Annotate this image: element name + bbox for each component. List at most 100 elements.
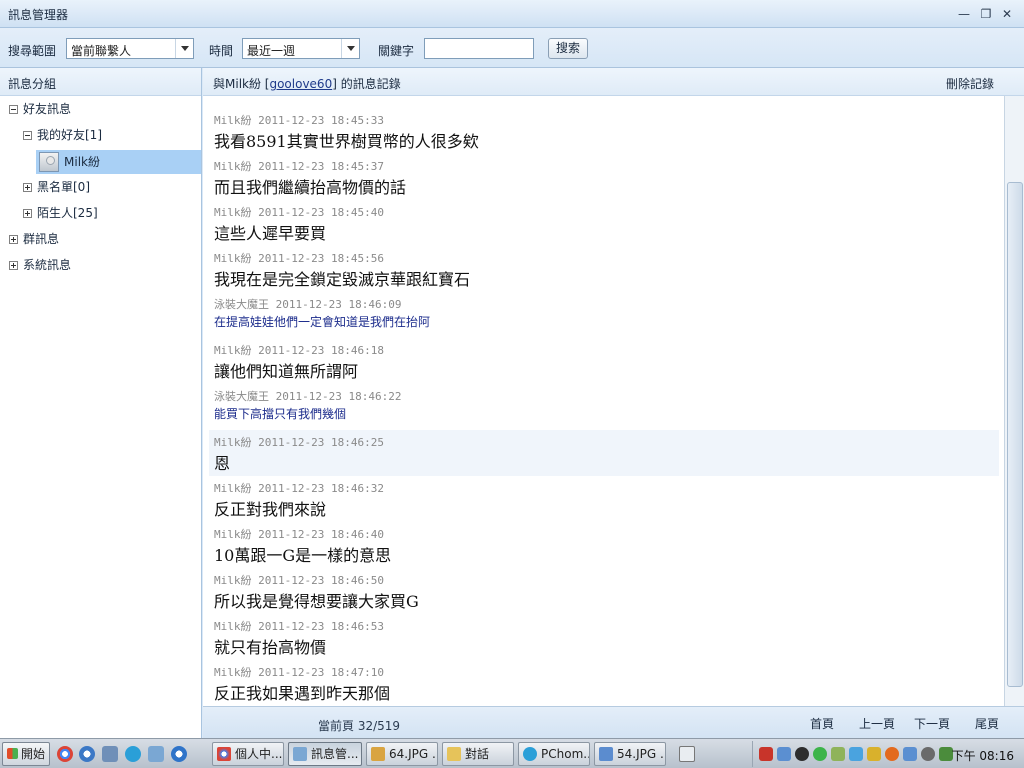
clock[interactable]: 下午 08:16 xyxy=(952,747,1014,764)
tree-item-group-messages[interactable]: 群訊息 xyxy=(9,228,59,250)
restore-button[interactable]: ❐ xyxy=(977,5,995,23)
tree-item-blacklist[interactable]: 黑名單[0] xyxy=(23,176,90,198)
taskbar-item-label: 個人中... xyxy=(235,747,283,761)
minimize-button[interactable]: — xyxy=(955,5,973,23)
chrome-icon xyxy=(217,747,231,761)
media-player-icon[interactable] xyxy=(79,746,95,762)
scrollbar-thumb[interactable] xyxy=(1007,182,1023,687)
expand-icon[interactable] xyxy=(9,235,18,244)
skype-icon[interactable] xyxy=(125,746,141,762)
app-icon[interactable] xyxy=(102,746,118,762)
skype-icon xyxy=(523,747,537,761)
tray-network-icon[interactable] xyxy=(831,747,845,761)
message-time: 2011-12-23 18:45:40 xyxy=(258,206,384,219)
message-time: 2011-12-23 18:46:09 xyxy=(275,298,402,311)
keyword-input[interactable] xyxy=(424,38,534,59)
tray-messenger-icon[interactable] xyxy=(777,747,791,761)
next-page-link[interactable]: 下一頁 xyxy=(914,715,950,732)
message-text: 讓他們知道無所謂阿 xyxy=(214,362,359,381)
message-sender: Milk紛 xyxy=(214,160,252,173)
prev-page-link[interactable]: 上一頁 xyxy=(859,715,895,732)
keyword-label: 關鍵字 xyxy=(378,44,415,58)
message-text: 能買下高擋只有我們幾個 xyxy=(214,407,347,421)
message-meta: Milk紛 2011-12-23 18:45:37 xyxy=(214,158,384,174)
log-scrollbar[interactable] xyxy=(1004,96,1024,706)
message-sender: Milk紛 xyxy=(214,620,252,633)
chevron-down-icon[interactable] xyxy=(175,39,193,58)
keyboard-icon[interactable] xyxy=(679,746,695,762)
tray-app-icon[interactable] xyxy=(921,747,935,761)
taskbar-item-label: 64.JPG ... xyxy=(389,747,438,761)
current-page: 當前頁 32/519 xyxy=(318,719,401,733)
tray-shield-icon[interactable] xyxy=(813,747,827,761)
tray-app-icon[interactable] xyxy=(867,747,881,761)
sidebar-header: 訊息分組 xyxy=(0,68,201,96)
message-time: 2011-12-23 18:46:40 xyxy=(258,528,384,541)
avatar xyxy=(39,152,59,172)
message-item: Milk紛 2011-12-23 18:46:18 讓他們知道無所謂阿 xyxy=(209,338,999,384)
tree-item-contact[interactable]: Milk紛 xyxy=(64,151,100,173)
tree-item-label: 我的好友[1] xyxy=(37,128,102,142)
taskbar-item[interactable]: 訊息管... xyxy=(288,742,362,766)
message-item: 泳裝大魔王 2011-12-23 18:46:22 能買下高擋只有我們幾個 xyxy=(209,384,999,430)
first-page-link[interactable]: 首頁 xyxy=(810,715,834,732)
dropbox-icon[interactable] xyxy=(849,747,863,761)
expand-icon[interactable] xyxy=(23,209,32,218)
message-meta: Milk紛 2011-12-23 18:46:40 xyxy=(214,526,384,542)
tree-item-friends-messages[interactable]: 好友訊息 xyxy=(9,98,71,120)
taskbar-item-label: 對話 xyxy=(465,747,490,761)
taskbar-item[interactable]: PChom... xyxy=(518,742,590,766)
start-button[interactable]: 開始 xyxy=(2,742,50,766)
taskbar-item[interactable]: 個人中... xyxy=(212,742,284,766)
tree-item-system-messages[interactable]: 系統訊息 xyxy=(9,254,71,276)
message-time: 2011-12-23 18:47:10 xyxy=(258,666,384,679)
log-header: 與Milk紛 [goolove60] 的訊息記錄 刪除記錄 xyxy=(203,68,1024,96)
qq-icon[interactable] xyxy=(795,747,809,761)
taskbar-item[interactable]: 54.JPG ... xyxy=(594,742,666,766)
message-sender: Milk紛 xyxy=(214,482,252,495)
message-time: 2011-12-23 18:45:56 xyxy=(258,252,384,265)
chrome-icon[interactable] xyxy=(57,746,73,762)
tray-messenger-icon[interactable] xyxy=(903,747,917,761)
time-label: 時間 xyxy=(209,44,234,58)
messenger-icon[interactable] xyxy=(148,746,164,762)
delete-records-button[interactable]: 刪除記錄 xyxy=(946,75,994,92)
message-meta: Milk紛 2011-12-23 18:46:25 xyxy=(214,434,384,450)
tree-item-strangers[interactable]: 陌生人[25] xyxy=(23,202,98,224)
message-item: Milk紛 2011-12-23 18:46:50 所以我是覺得想要讓大家買G xyxy=(209,568,999,614)
message-meta: Milk紛 2011-12-23 18:47:10 xyxy=(214,664,384,680)
taskbar-item[interactable]: 64.JPG ... xyxy=(366,742,438,766)
close-button[interactable]: ✕ xyxy=(998,5,1016,23)
chevron-down-icon[interactable] xyxy=(341,39,359,58)
message-text: 就只有抬高物價 xyxy=(214,638,327,657)
time-select[interactable]: 最近一週 xyxy=(242,38,360,59)
last-page-link[interactable]: 尾頁 xyxy=(975,715,999,732)
message-text: 反正對我們來說 xyxy=(214,500,327,519)
tree-item-label: 群訊息 xyxy=(23,232,60,246)
message-text: 我現在是完全鎖定毀滅京華跟紅寶石 xyxy=(214,270,471,289)
scope-select[interactable]: 當前聯繫人 xyxy=(66,38,194,59)
log-title-prefix: 與Milk紛 [ xyxy=(213,77,270,91)
expand-icon[interactable] xyxy=(9,261,18,270)
taskbar: 開始 個人中... 訊息管... 64.JPG ... 對話 PChom... … xyxy=(0,738,1024,768)
message-item: 泳裝大魔王 2011-12-23 18:46:09 在提高娃娃他們一定會知道是我… xyxy=(209,292,999,338)
collapse-icon[interactable] xyxy=(9,105,18,114)
tray-app-icon[interactable] xyxy=(759,747,773,761)
group-sidebar: 訊息分組 好友訊息 我的好友[1] Milk紛 黑名單[0] 陌生人[25] 群… xyxy=(0,68,202,738)
image-icon xyxy=(371,747,385,761)
tree-item-label: 好友訊息 xyxy=(23,102,72,116)
tree-item-my-friends[interactable]: 我的好友[1] xyxy=(23,124,102,146)
system-tray: 下午 08:16 xyxy=(752,741,1022,767)
collapse-icon[interactable] xyxy=(23,131,32,140)
expand-icon[interactable] xyxy=(23,183,32,192)
taskbar-item-label: 54.JPG ... xyxy=(617,747,666,761)
message-item: Milk紛 2011-12-23 18:46:32 反正對我們來說 xyxy=(209,476,999,522)
message-item: Milk紛 2011-12-23 18:45:40 這些人遲早要買 xyxy=(209,200,999,246)
search-toolbar: 搜尋範圍 當前聯繫人 時間 最近一週 關鍵字 搜索 xyxy=(0,28,1024,68)
search-button[interactable]: 搜索 xyxy=(548,38,588,59)
ie-icon[interactable] xyxy=(171,746,187,762)
contact-id-link[interactable]: goolove60 xyxy=(269,77,332,91)
tray-app-icon[interactable] xyxy=(885,747,899,761)
taskbar-item[interactable]: 對話 xyxy=(442,742,514,766)
message-item: Milk紛 2011-12-23 18:45:56 我現在是完全鎖定毀滅京華跟紅… xyxy=(209,246,999,292)
